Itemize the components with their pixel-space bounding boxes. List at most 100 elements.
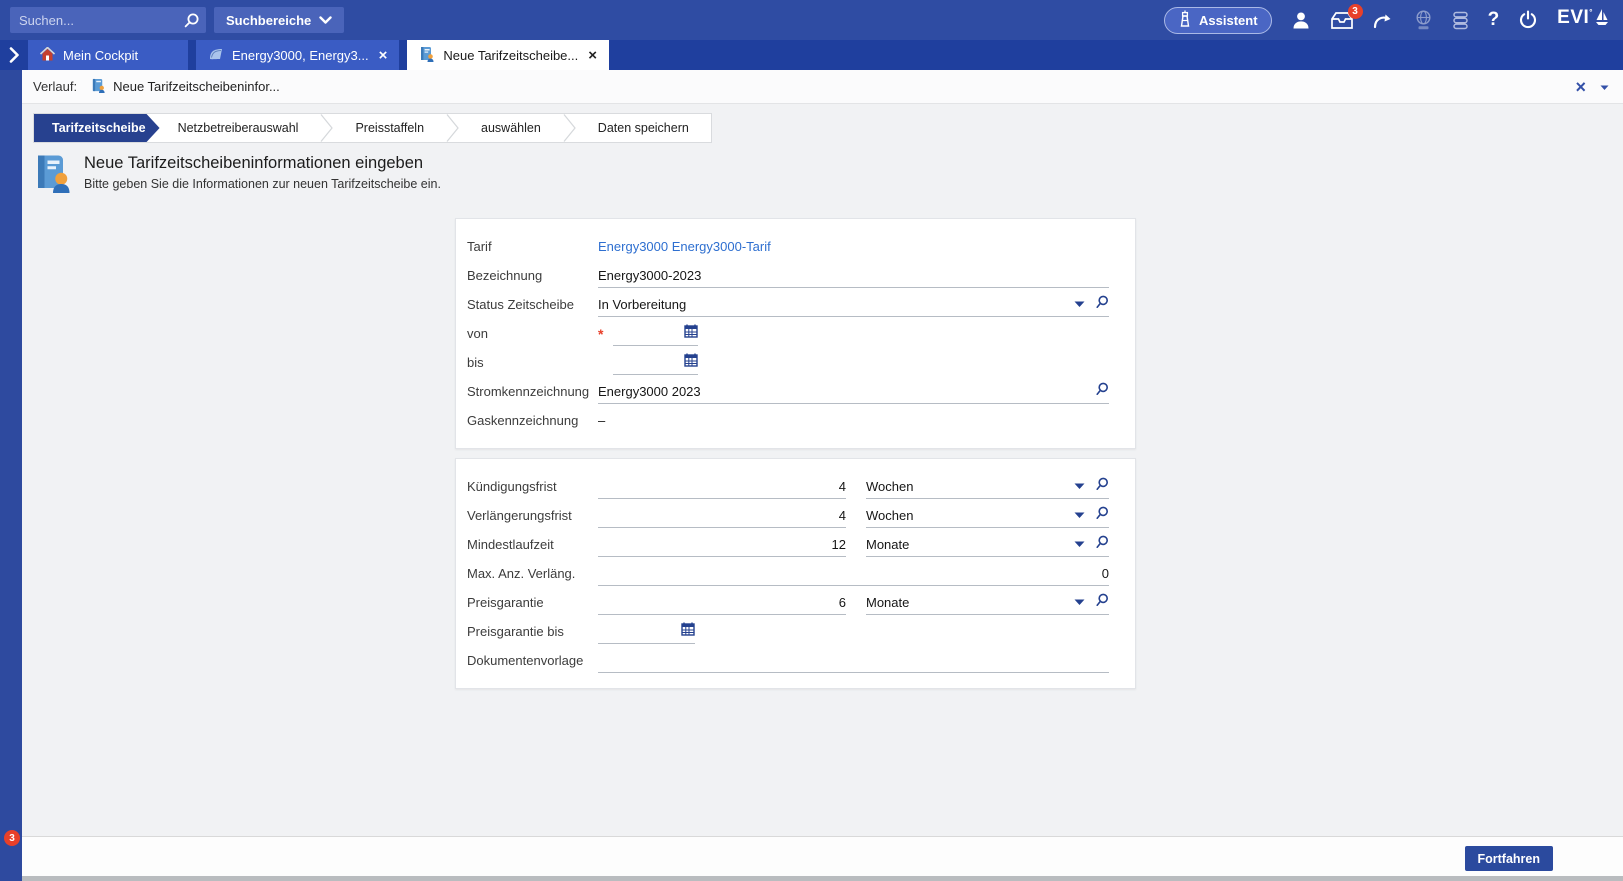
assistant-button[interactable]: Assistent	[1164, 7, 1272, 34]
chevron-down-icon[interactable]	[1074, 477, 1085, 495]
power-icon[interactable]	[1518, 10, 1538, 30]
user-icon[interactable]	[1291, 11, 1311, 29]
bis-date-input[interactable]	[613, 355, 684, 370]
dokumentenvorlage-input[interactable]	[598, 653, 1109, 668]
form-row-mindestlaufzeit: Mindestlaufzeit	[467, 530, 1109, 559]
topbar: Suchbereiche Assistent 3	[0, 0, 1623, 40]
document-person-icon	[33, 152, 73, 199]
form-row-bis: bis	[467, 348, 1109, 377]
search-input[interactable]	[19, 13, 183, 28]
gaskennzeichnung-value: –	[598, 413, 605, 428]
field-label: Preisgarantie bis	[467, 624, 598, 639]
lookup-search-icon[interactable]	[1095, 506, 1109, 525]
wizard-step-netzbetreiberauswahl[interactable]: Netzbetreiberauswahl	[156, 114, 321, 142]
form-row-preisgarantie: Preisgarantie	[467, 588, 1109, 617]
chevron-down-icon[interactable]	[1074, 295, 1085, 313]
search-areas-button[interactable]: Suchbereiche	[214, 7, 344, 33]
lookup-search-icon[interactable]	[1095, 477, 1109, 496]
lookup-search-icon[interactable]	[1095, 593, 1109, 612]
collapsed-sidebar-strip[interactable]	[0, 70, 22, 881]
globe-icon[interactable]	[1414, 10, 1433, 31]
kuendigungsfrist-input[interactable]	[598, 479, 846, 494]
wizard-step-preisstaffeln[interactable]: Preisstaffeln	[333, 114, 446, 142]
continue-button[interactable]: Fortfahren	[1465, 846, 1554, 871]
form-row-max-anz-verlaeng: Max. Anz. Verläng.	[467, 559, 1109, 588]
kuendigungsfrist-unit-input[interactable]	[866, 479, 1070, 494]
max-anz-verlaeng-input[interactable]	[598, 566, 1109, 581]
status-zeitscheibe-input[interactable]	[598, 297, 1070, 312]
wizard-step-label: Netzbetreiberauswahl	[178, 121, 299, 135]
bezeichnung-input[interactable]	[598, 268, 1109, 283]
von-date-input[interactable]	[613, 326, 684, 341]
form-row-kuendigungsfrist: Kündigungsfrist	[467, 472, 1109, 501]
calendar-icon[interactable]	[681, 622, 695, 641]
chevron-separator-icon	[563, 114, 576, 142]
tariff-info-panel: Tarif Energy3000 Energy3000-Tarif Bezeic…	[455, 218, 1136, 449]
main-content: Tarifzeitscheibe Netzbetreiberauswahl Pr…	[22, 104, 1623, 836]
history-bar: Verlauf: Neue Tarifzeitscheibeninfor... …	[22, 70, 1623, 104]
close-icon[interactable]: ×	[377, 48, 390, 63]
database-icon[interactable]	[1452, 11, 1469, 30]
history-item-label: Neue Tarifzeitscheibeninfor...	[113, 79, 280, 94]
close-icon[interactable]: ×	[586, 48, 599, 63]
brand-mark: °	[1589, 8, 1593, 17]
history-item[interactable]: Neue Tarifzeitscheibeninfor...	[91, 78, 280, 96]
page-subtitle: Bitte geben Sie die Informationen zur ne…	[84, 177, 441, 191]
tab-mein-cockpit[interactable]: Mein Cockpit	[28, 40, 188, 70]
form-row-preisgarantie-bis: Preisgarantie bis	[467, 617, 1109, 646]
document-person-icon	[419, 46, 435, 65]
close-icon[interactable]: ×	[1575, 78, 1586, 96]
tab-neue-tarifzeitscheibe[interactable]: Neue Tarifzeitscheibe... ×	[407, 40, 609, 70]
brand-text: EVI	[1557, 7, 1589, 29]
app-window: Suchbereiche Assistent 3	[0, 0, 1623, 881]
calendar-icon[interactable]	[684, 324, 698, 343]
lookup-search-icon[interactable]	[1095, 535, 1109, 554]
wizard-step-tarifzeitscheibe[interactable]: Tarifzeitscheibe	[34, 114, 160, 142]
verlaengerungsfrist-input[interactable]	[598, 508, 846, 523]
page-title: Neue Tarifzeitscheibeninformationen eing…	[84, 154, 441, 173]
mindestlaufzeit-input[interactable]	[598, 537, 846, 552]
mindestlaufzeit-unit-input[interactable]	[866, 537, 1070, 552]
global-search[interactable]	[10, 7, 206, 33]
preisgarantie-unit-input[interactable]	[866, 595, 1070, 610]
required-marker: *	[598, 326, 613, 342]
tab-label: Neue Tarifzeitscheibe...	[443, 48, 578, 63]
form-row-bezeichnung: Bezeichnung	[467, 261, 1109, 290]
search-icon[interactable]	[183, 12, 200, 29]
preisgarantie-bis-date-input[interactable]	[598, 624, 681, 639]
wizard-step-auswaehlen[interactable]: auswählen	[459, 114, 563, 142]
search-areas-label: Suchbereiche	[226, 13, 311, 28]
tab-energy3000[interactable]: Energy3000, Energy3... ×	[196, 40, 399, 70]
notification-badge[interactable]: 3	[4, 830, 20, 846]
stromkennzeichnung-input[interactable]	[598, 384, 1089, 399]
bottom-strip	[22, 876, 1623, 881]
assistant-label: Assistent	[1199, 13, 1258, 28]
lookup-search-icon[interactable]	[1095, 382, 1109, 401]
tarif-link[interactable]: Energy3000 Energy3000-Tarif	[598, 239, 771, 254]
field-label: Max. Anz. Verläng.	[467, 566, 598, 581]
field-label: Tarif	[467, 239, 598, 254]
chevron-down-icon[interactable]	[1600, 78, 1609, 96]
preisgarantie-input[interactable]	[598, 595, 846, 610]
wizard-steps: Tarifzeitscheibe Netzbetreiberauswahl Pr…	[33, 113, 712, 143]
help-icon[interactable]: ?	[1488, 9, 1500, 31]
form-row-verlaengerungsfrist: Verlängerungsfrist	[467, 501, 1109, 530]
field-label: Bezeichnung	[467, 268, 598, 283]
chevron-down-icon[interactable]	[1074, 506, 1085, 524]
redo-arrow-icon[interactable]	[1373, 12, 1395, 29]
chevron-down-icon	[319, 13, 332, 28]
expand-tabs-chevron-icon[interactable]	[0, 40, 28, 70]
contract-terms-panel: Kündigungsfrist Verlängerungsfrist	[455, 458, 1136, 689]
form-row-dokumentenvorlage: Dokumentenvorlage	[467, 646, 1109, 675]
chevron-down-icon[interactable]	[1074, 593, 1085, 611]
wizard-step-daten-speichern[interactable]: Daten speichern	[576, 114, 711, 142]
inbox-icon[interactable]: 3	[1330, 11, 1354, 30]
calendar-icon[interactable]	[684, 353, 698, 372]
lookup-search-icon[interactable]	[1095, 295, 1109, 314]
verlaengerungsfrist-unit-input[interactable]	[866, 508, 1070, 523]
page-header: Neue Tarifzeitscheibeninformationen eing…	[33, 152, 441, 199]
chevron-down-icon[interactable]	[1074, 535, 1085, 553]
form-row-status-zeitscheibe: Status Zeitscheibe	[467, 290, 1109, 319]
field-label: Preisgarantie	[467, 595, 598, 610]
topbar-actions: Assistent 3 ? EVI°	[1164, 7, 1623, 34]
